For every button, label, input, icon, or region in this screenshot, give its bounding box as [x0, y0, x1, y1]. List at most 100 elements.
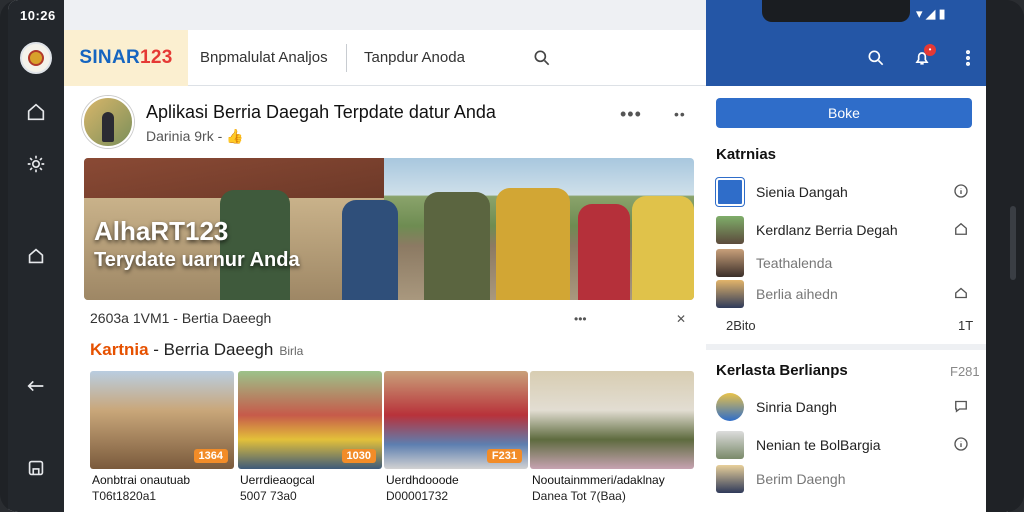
hero-image[interactable]: AlhaRT123 Terydate uarnur Anda [84, 158, 694, 300]
item-avatar [716, 178, 744, 206]
categories-heading: Katrnias [716, 146, 777, 163]
post-subtitle: Darinia 9rk - 👍 [146, 128, 244, 145]
card-title: Uerrdieaogcal [240, 473, 315, 487]
card-subtitle: T06t1820a1 [92, 489, 157, 503]
card-badge: 1030 [341, 449, 376, 463]
card-subtitle: 5007 73a0 [240, 489, 297, 503]
list-item[interactable]: Nenian te BolBargia [716, 430, 978, 460]
status-time: 10:26 [20, 8, 56, 23]
logo-emblem [28, 50, 44, 66]
card-title: Aonbtrai onautuab [92, 473, 191, 487]
list-item[interactable]: Berim Daengh [716, 464, 978, 494]
news-card-4[interactable]: Nooutainmmeri/adaklnay Danea Tot 7(Baa) [530, 371, 694, 511]
list-item[interactable]: Sinria Dangh [716, 392, 978, 422]
circle-home-icon [28, 248, 44, 264]
info-button[interactable] [952, 435, 972, 455]
avatar-figure [102, 112, 114, 142]
card-subtitle: D00001732 [386, 489, 449, 503]
item-avatar [716, 280, 744, 308]
meta-more-icon[interactable]: ••• [574, 312, 587, 326]
hero-subheadline: Terydate uarnur Anda [94, 249, 300, 271]
list-item[interactable]: Berlia aihedn [716, 279, 978, 309]
app-logo[interactable] [20, 42, 52, 74]
card-title: Nooutainmmeri/adaklnay [532, 473, 665, 487]
meta-close-icon[interactable]: ✕ [676, 312, 686, 326]
item-avatar [716, 431, 744, 459]
post-meta: 2603a 1VM1 - Bertia Daeegh [90, 310, 272, 326]
list-item[interactable]: Kerdlanz Berria Degah [716, 215, 978, 245]
latest-count: F281 [950, 364, 980, 379]
news-card-1[interactable]: 1364 Aonbtrai onautuab T06t1820a1 [90, 371, 234, 511]
list-item[interactable]: Sienia Dangah [716, 177, 978, 207]
hero-person-4 [496, 188, 570, 300]
panel-divider [706, 344, 986, 350]
back-icon [27, 380, 44, 392]
gear-icon [27, 155, 45, 173]
list-item[interactable]: Teathalenda [716, 248, 978, 278]
item-label: Berim Daengh [756, 471, 846, 487]
news-card-image [530, 371, 694, 469]
hero-headline: AlhaRT123 [94, 216, 229, 246]
section-tag: Birla [279, 344, 304, 358]
home-outline-icon [955, 287, 967, 299]
share-button[interactable] [952, 284, 972, 304]
section-heading: Kartnia - Berria Daeegh Birla [90, 340, 303, 360]
thumbs-up-icon[interactable]: 👍 [226, 128, 243, 144]
menu-updates[interactable]: Tanpdur Anoda [364, 49, 465, 66]
more-menu-button[interactable] [958, 48, 980, 70]
device-frame: 10:26 SINAR 123 Bnpmalulat Analjos Tanpdu… [0, 0, 1024, 512]
post-title[interactable]: Aplikasi Berria Daegah Terpdate datur An… [146, 102, 496, 123]
search-icon [868, 50, 884, 66]
device-bezel [986, 0, 1024, 512]
item-avatar [716, 249, 744, 277]
item-label: Teathalenda [756, 255, 833, 271]
overflow-icon[interactable]: •• [674, 106, 686, 122]
item-label: Berlia aihedn [756, 286, 838, 302]
more-options-icon[interactable]: ••• [620, 104, 642, 125]
home-nav-button[interactable] [24, 244, 48, 268]
right-panel-header: ▾◢▮ • [706, 0, 986, 86]
hero-person-6 [632, 196, 694, 300]
item-label: Sienia Dangah [756, 184, 848, 200]
list-count-right: 1T [958, 318, 974, 333]
news-card-2[interactable]: 1030 Uerrdieaogcal 5007 73a0 [238, 371, 382, 511]
card-badge: F231 [486, 449, 522, 463]
home-icon [27, 103, 45, 121]
square-home-icon [28, 460, 44, 476]
app-header: SINAR 123 Bnpmalulat Analjos Tanpdur Anod… [64, 30, 706, 86]
news-card-3[interactable]: F231 Uerdhdooode D00001732 [384, 371, 528, 511]
search-icon [534, 50, 550, 66]
primary-button[interactable]: Boke [716, 98, 972, 128]
hero-person-5 [578, 204, 630, 300]
brand-text: SINAR [79, 47, 140, 68]
back-button[interactable] [24, 374, 48, 398]
brand-logo[interactable]: SINAR 123 [64, 30, 188, 86]
screen: 10:26 SINAR 123 Bnpmalulat Analjos Tanpdu… [8, 0, 1008, 512]
panel-search-button[interactable] [866, 48, 888, 70]
item-label: Sinria Dangh [756, 399, 837, 415]
bookmark-button[interactable] [952, 220, 972, 240]
item-label: Nenian te BolBargia [756, 437, 881, 453]
latest-heading: Kerlasta Berlianps [716, 362, 848, 379]
info-icon [954, 437, 968, 451]
section-accent: Kartnia [90, 340, 149, 359]
info-button[interactable] [952, 182, 972, 202]
list-count-left: 2Bito [726, 318, 756, 333]
comment-button[interactable] [952, 397, 972, 417]
power-button [1010, 206, 1016, 280]
card-title: Uerdhdooode [386, 473, 459, 487]
item-avatar [716, 393, 744, 421]
hero-person-2 [342, 200, 398, 300]
overview-button[interactable] [24, 456, 48, 480]
menu-analysis[interactable]: Bnpmalulat Analjos [200, 49, 328, 66]
author-avatar[interactable] [82, 96, 134, 148]
header-divider [346, 44, 347, 72]
card-subtitle: Danea Tot 7(Baa) [532, 489, 626, 503]
search-button[interactable] [532, 48, 554, 70]
card-badge: 1364 [193, 449, 228, 463]
notifications-button[interactable]: • [912, 44, 936, 70]
home-button[interactable] [24, 100, 48, 124]
main-feed: Aplikasi Berria Daegah Terpdate datur An… [64, 86, 706, 512]
settings-button[interactable] [24, 152, 48, 176]
brand-number: 123 [140, 47, 173, 68]
